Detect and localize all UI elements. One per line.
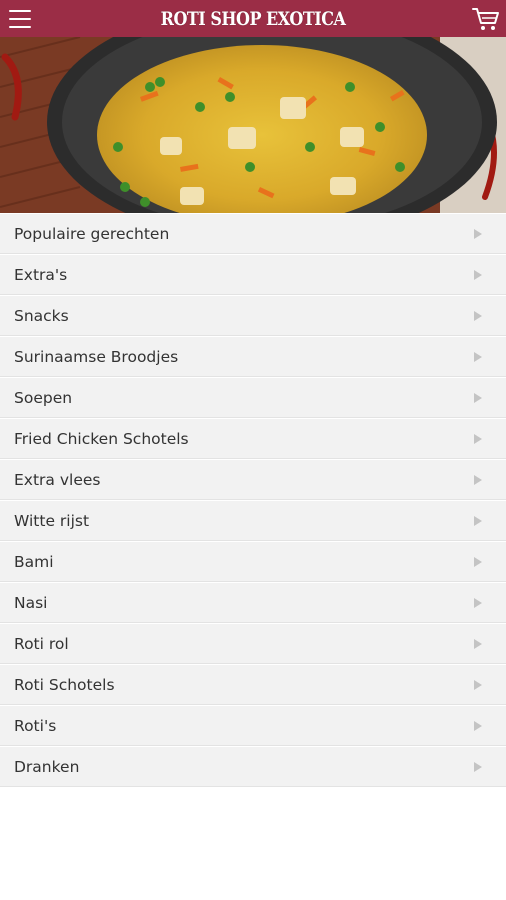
list-item[interactable]: Extra's [0, 255, 506, 295]
chevron-right-icon [474, 761, 482, 772]
list-item[interactable]: Soepen [0, 378, 506, 418]
list-item[interactable]: Dranken [0, 747, 506, 787]
list-item-label: Snacks [14, 306, 69, 325]
list-item[interactable]: Bami [0, 542, 506, 582]
list-item-label: Soepen [14, 388, 73, 407]
list-item[interactable]: Surinaamse Broodjes [0, 337, 506, 377]
list-item-label: Surinaamse Broodjes [14, 347, 179, 366]
chevron-right-icon [474, 679, 482, 690]
brand-logo: ROTI SHOP EXOTICA [160, 7, 346, 30]
chevron-right-icon [474, 474, 482, 485]
hero-food-image [0, 37, 506, 213]
list-item[interactable]: Populaire gerechten [0, 214, 506, 254]
chevron-right-icon [474, 269, 482, 280]
list-item-label: Populaire gerechten [14, 224, 170, 243]
chevron-right-icon [474, 515, 482, 526]
chevron-right-icon [474, 392, 482, 403]
list-item[interactable]: Roti's [0, 706, 506, 746]
chevron-right-icon [474, 720, 482, 731]
list-item[interactable]: Nasi [0, 583, 506, 623]
list-item[interactable]: Witte rijst [0, 501, 506, 541]
chevron-right-icon [474, 556, 482, 567]
list-item-label: Extra's [14, 265, 68, 284]
list-item[interactable]: Roti rol [0, 624, 506, 664]
list-item-label: Roti's [14, 716, 57, 735]
shopping-cart-icon[interactable] [472, 6, 500, 32]
chevron-right-icon [474, 433, 482, 444]
chevron-right-icon [474, 310, 482, 321]
category-list: Populaire gerechten Extra's Snacks Surin… [0, 214, 506, 788]
list-item[interactable]: Roti Schotels [0, 665, 506, 705]
chevron-right-icon [474, 228, 482, 239]
chevron-right-icon [474, 638, 482, 649]
list-item-label: Extra vlees [14, 470, 101, 489]
list-item-label: Roti Schotels [14, 675, 115, 694]
list-item-label: Bami [14, 552, 54, 571]
list-item-label: Dranken [14, 757, 80, 776]
top-bar: ROTI SHOP EXOTICA [0, 0, 506, 37]
list-item-label: Fried Chicken Schotels [14, 429, 189, 448]
list-item[interactable]: Extra vlees [0, 460, 506, 500]
list-item[interactable]: Snacks [0, 296, 506, 336]
list-item[interactable]: Fried Chicken Schotels [0, 419, 506, 459]
list-item-label: Witte rijst [14, 511, 90, 530]
list-item-label: Roti rol [14, 634, 69, 653]
chevron-right-icon [474, 597, 482, 608]
list-item-label: Nasi [14, 593, 48, 612]
chevron-right-icon [474, 351, 482, 362]
hamburger-menu-icon[interactable] [9, 9, 31, 29]
